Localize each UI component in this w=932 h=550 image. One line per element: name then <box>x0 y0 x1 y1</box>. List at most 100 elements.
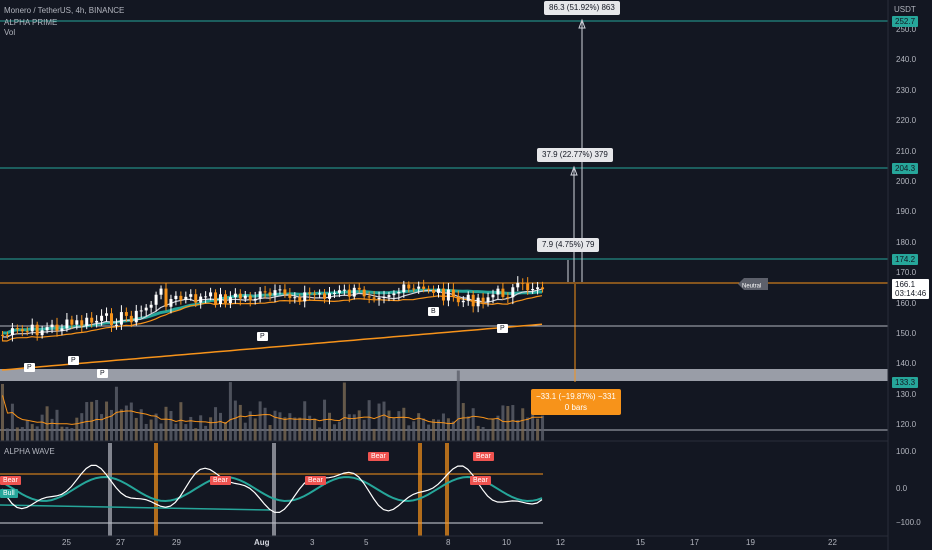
volume-bar <box>422 418 426 441</box>
wave-teal-low <box>0 504 271 511</box>
level-tag-133: 133.3 <box>892 377 919 388</box>
candle-body <box>293 297 297 299</box>
price-tick: 160.0 <box>896 298 917 308</box>
volume-bar <box>412 421 416 441</box>
candle-body <box>5 334 9 336</box>
indicator-vol[interactable]: Vol <box>4 28 15 38</box>
candle-body <box>506 296 510 298</box>
volume-bar <box>377 403 381 441</box>
indicator-alpha-prime[interactable]: ALPHA PRIME <box>4 18 57 28</box>
price-tick: 190.0 <box>896 207 917 217</box>
time-tick: 12 <box>556 538 565 547</box>
volume-bar <box>194 428 198 441</box>
wave-highlight-3 <box>272 443 276 536</box>
volume-bar <box>288 413 292 441</box>
current-price-value: 166.1 <box>895 280 916 289</box>
candle-body <box>491 294 495 298</box>
candle-body <box>139 310 143 312</box>
candle-body <box>10 328 14 336</box>
candle-body <box>35 324 39 336</box>
volume-bar <box>278 412 282 441</box>
candle-body <box>437 288 440 293</box>
price-pane[interactable]: Neutral <box>0 18 888 441</box>
measure-label-top[interactable]: 86.3 (51.92%) 863 <box>544 1 620 15</box>
candle-body <box>328 293 331 299</box>
volume-bar <box>65 426 69 441</box>
measure-label-mid[interactable]: 37.9 (22.77%) 379 <box>537 148 613 162</box>
volume-bar <box>332 424 336 441</box>
volume-bar <box>362 419 366 441</box>
candle-body <box>238 293 242 299</box>
candle-body <box>397 292 401 294</box>
volume-bar <box>253 418 257 441</box>
candle-body <box>169 299 173 307</box>
volume-bar <box>100 414 104 441</box>
candle-body <box>288 294 292 298</box>
level-tag-204: 204.3 <box>892 163 919 174</box>
volume-bar <box>273 410 277 441</box>
b-marker: B <box>428 307 439 316</box>
volume-bar <box>501 405 505 441</box>
candle-body <box>194 294 198 303</box>
candle-body <box>461 300 465 303</box>
bear-label: Bear <box>0 476 21 485</box>
countdown-value: 03:14:46 <box>895 289 927 298</box>
time-tick: 3 <box>310 538 315 547</box>
time-tick: 15 <box>636 538 645 547</box>
bull-label: Bull <box>0 489 18 498</box>
candle-body <box>164 288 168 307</box>
candle-body <box>531 288 535 291</box>
volume-bar <box>521 408 525 441</box>
price-tick: 120.0 <box>896 420 917 430</box>
time-tick: 10 <box>502 538 511 547</box>
volume-bar <box>139 409 143 441</box>
symbol-title[interactable]: Monero / TetherUS, 4h, BINANCE <box>4 6 124 16</box>
volume-bar <box>263 407 267 441</box>
candle-body <box>511 287 515 298</box>
volume-bar <box>461 403 465 441</box>
candle-body <box>298 297 302 302</box>
volume-bar <box>466 416 470 441</box>
candle-body <box>219 294 222 305</box>
volume-bar <box>5 428 9 441</box>
volume-bar <box>392 417 396 441</box>
volume-bar <box>451 421 455 441</box>
price-tick: 140.0 <box>896 359 917 369</box>
candle-body <box>263 291 267 293</box>
candle-body <box>30 324 34 332</box>
volume-bar <box>30 424 34 441</box>
candle-body <box>382 296 386 299</box>
price-tick: 210.0 <box>896 146 917 156</box>
currency-label: USDT <box>894 5 916 14</box>
wave-pane[interactable] <box>0 440 888 536</box>
volume-bar <box>446 418 450 441</box>
chart-canvas[interactable]: Neutral <box>0 0 932 550</box>
volume-bar <box>342 382 346 441</box>
candle-body <box>105 313 109 316</box>
candle-body <box>1 334 4 336</box>
candle-body <box>25 331 29 333</box>
measure-label-low[interactable]: 7.9 (4.75%) 79 <box>537 238 600 252</box>
candle-body <box>253 298 257 301</box>
candle-body <box>357 287 361 290</box>
candle-body <box>95 320 99 323</box>
candle-body <box>332 292 336 294</box>
volume-bar <box>105 401 109 441</box>
candle-body <box>451 289 455 297</box>
ma-orange-line <box>1 295 543 342</box>
volume-bar <box>15 427 19 441</box>
volume-bar <box>526 417 530 441</box>
measure-label-down[interactable]: −33.1 (−19.87%) −331 0 bars <box>531 389 621 415</box>
volume-bar <box>397 411 401 441</box>
candle-body <box>342 289 346 291</box>
candle-body <box>209 292 213 297</box>
volume-bar <box>293 417 297 441</box>
volume-bar <box>357 410 361 441</box>
volume-bar <box>323 399 327 441</box>
candle-body <box>45 327 49 331</box>
volume-bar <box>233 400 237 441</box>
indicator-alpha-wave[interactable]: ALPHA WAVE <box>4 447 55 457</box>
price-tick: 180.0 <box>896 237 917 247</box>
bear-label: Bear <box>368 452 389 461</box>
time-tick: 29 <box>172 538 181 547</box>
